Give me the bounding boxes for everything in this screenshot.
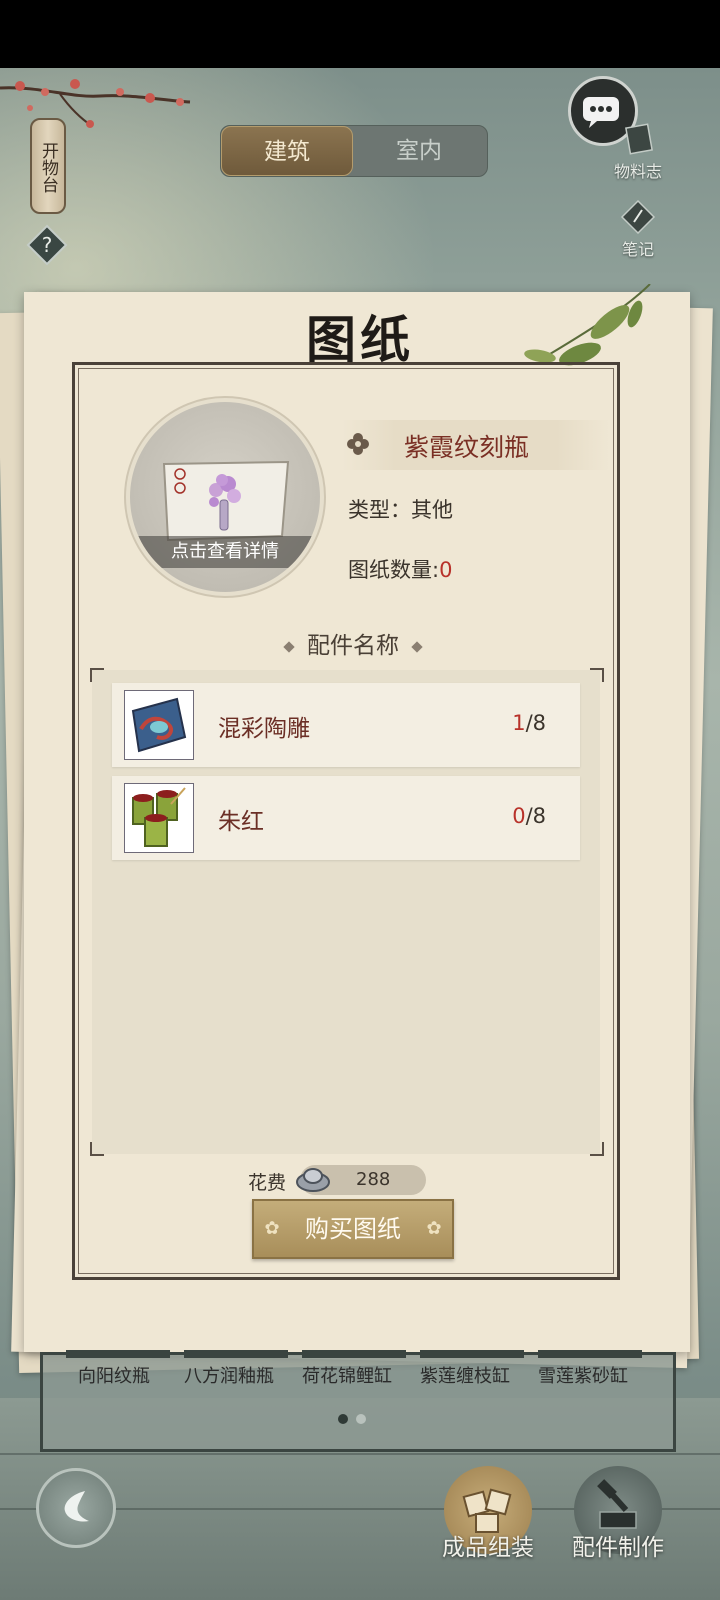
item-type: 类型：其他 [348, 494, 453, 524]
workshop-sign: 开物台 [30, 118, 66, 214]
assemble-button[interactable]: 成品组装 [428, 1466, 548, 1562]
shelf-item[interactable]: 荷花锦鲤缸 [302, 1362, 392, 1388]
page-dot-active[interactable] [338, 1414, 348, 1424]
page-dot[interactable] [356, 1414, 366, 1424]
item-name: 紫霞纹刻瓶 [404, 433, 530, 462]
ornament-icon: ✿ [426, 1218, 442, 1239]
side-menu-label: 物料志 [613, 162, 662, 181]
part-row[interactable]: 混彩陶雕 1/8 [112, 683, 580, 767]
part-owned: 0 [512, 804, 526, 828]
part-row[interactable]: 朱红 0/8 [112, 776, 580, 860]
flower-icon [347, 433, 369, 455]
side-menu-label: 笔记 [621, 240, 654, 259]
item-thumbnail[interactable]: 点击查看详情 [130, 402, 320, 592]
type-label: 类型： [348, 498, 411, 522]
blueprint-count: 图纸数量:0 [348, 554, 452, 584]
frame-corner [590, 1142, 604, 1156]
diamond-icon [411, 640, 423, 653]
question-diamond-icon[interactable]: ? [26, 224, 68, 266]
tab-building[interactable]: 建筑 [221, 126, 353, 176]
book-icon [625, 123, 653, 155]
assemble-label: 成品组装 [442, 1535, 534, 1561]
part-count: 0/8 [512, 804, 546, 828]
parts-title-text: 配件名称 [307, 633, 399, 659]
part-owned: 1 [512, 711, 526, 735]
parts-section-title: 配件名称 [0, 626, 706, 660]
diamond-icon [283, 640, 295, 653]
blue-carved-tile-icon [124, 690, 194, 760]
shelf-item[interactable]: 向阳纹瓶 [78, 1362, 150, 1388]
part-required: /8 [525, 804, 546, 828]
back-arrow-icon[interactable] [36, 1468, 116, 1548]
frame-corner [90, 1142, 104, 1156]
part-required: /8 [525, 711, 546, 735]
craft-parts-button[interactable]: 配件制作 [558, 1466, 678, 1562]
shelf-tab [184, 1350, 288, 1358]
cost-label: 花费 [248, 1172, 287, 1194]
part-count: 1/8 [512, 711, 546, 735]
shelf-item[interactable]: 八方润釉瓶 [184, 1362, 274, 1388]
frame-corner [590, 668, 604, 682]
silver-ingot-icon [296, 1168, 330, 1192]
buy-blueprint-button[interactable]: ✿ 购买图纸 ✿ [252, 1199, 454, 1259]
part-name: 混彩陶雕 [218, 716, 310, 742]
count-value: 0 [439, 558, 453, 582]
side-menu-notes[interactable]: 笔记 [598, 200, 678, 260]
shelf-tab [538, 1350, 642, 1358]
craft-label: 配件制作 [572, 1535, 664, 1561]
shelf-tab [302, 1350, 406, 1358]
buy-button-label: 购买图纸 [305, 1215, 401, 1243]
type-value: 其他 [411, 498, 453, 522]
bamboo-paint-cups-icon [124, 783, 194, 853]
ornament-icon: ✿ [264, 1218, 280, 1239]
note-icon [620, 200, 656, 234]
shelf-item[interactable]: 雪莲紫砂缸 [538, 1362, 628, 1388]
side-menu-materials[interactable]: 物料志 [598, 122, 678, 182]
frame-corner [90, 668, 104, 682]
svg-text:?: ? [42, 233, 53, 257]
shelf-tab [420, 1350, 524, 1358]
shelf-item[interactable]: 紫莲缠枝缸 [420, 1362, 510, 1388]
status-bar [0, 0, 720, 68]
tab-interior[interactable]: 室内 [353, 126, 485, 176]
thumbnail-caption: 点击查看详情 [130, 536, 320, 568]
category-tabs: 建筑 室内 [220, 125, 488, 177]
cost-value: 288 [356, 1169, 391, 1190]
shelf-tab [66, 1350, 170, 1358]
count-label: 图纸数量: [348, 558, 440, 582]
part-name: 朱红 [218, 809, 264, 835]
